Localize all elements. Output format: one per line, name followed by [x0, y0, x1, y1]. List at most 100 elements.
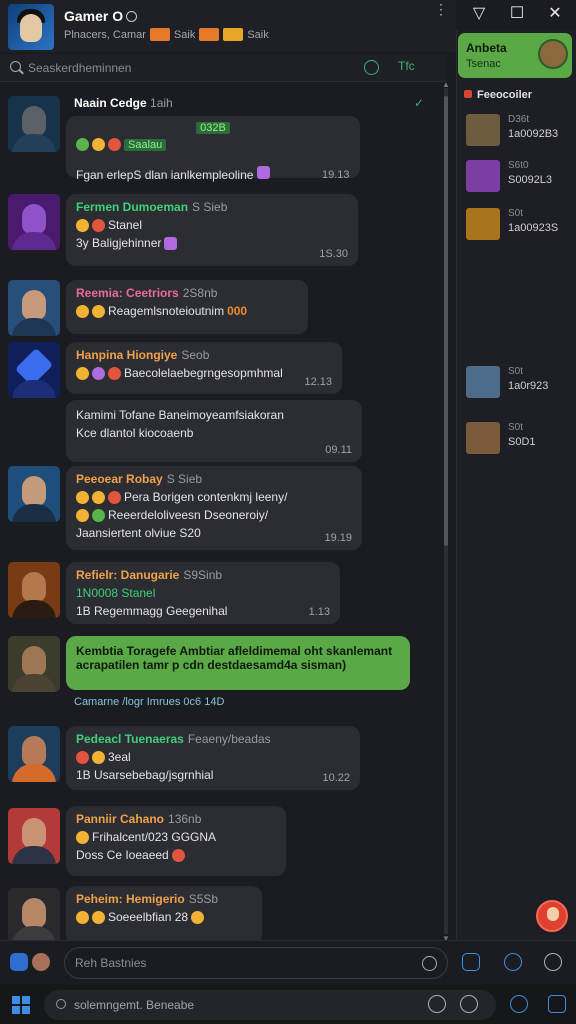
- add-icon[interactable]: [544, 953, 562, 971]
- message-bubble: Hanpina Hiongiye Seob Baecolelaebegrngeso…: [66, 342, 342, 394]
- list-item: Fermen Dumoeman S Sieb Stanel 3y Baligjeh…: [0, 192, 446, 268]
- emoji-icon: [76, 138, 89, 151]
- avatar[interactable]: [8, 280, 60, 336]
- chevron-down-icon[interactable]: ✓: [414, 96, 424, 110]
- avatar[interactable]: [32, 953, 50, 971]
- scroll-up-icon[interactable]: ▲: [442, 80, 450, 89]
- check-icon[interactable]: [510, 995, 528, 1013]
- search-icon: [56, 999, 66, 1009]
- panel-item[interactable]: D36t 1a0092B3: [466, 114, 570, 148]
- close-button[interactable]: ✕: [536, 0, 574, 28]
- message-bubble: Pedeacl Tuenaeras Feaeny/beadas 3eal 1B U…: [66, 726, 360, 790]
- orange-badge-icon: [199, 28, 220, 41]
- list-item: Peeoear Robay S Sieb Pera Borigen contenk…: [0, 466, 446, 550]
- list-item: Peheim: Hemigerio S5Sb Soeeelbfian 28: [0, 886, 446, 940]
- group-avatar[interactable]: [8, 4, 54, 50]
- minimize-button[interactable]: ▽: [460, 0, 498, 28]
- message-input[interactable]: Reh Bastnies: [64, 947, 448, 979]
- emoji-icon: [92, 218, 105, 232]
- refresh-icon[interactable]: [364, 60, 379, 75]
- chat-scrollbar[interactable]: ▲ ▼: [442, 80, 450, 943]
- list-item: Naain Cedge 1aih ✓ 032B Saalau Fgan erle…: [0, 94, 446, 182]
- emoji-icon: [92, 304, 105, 318]
- chat-icon[interactable]: [548, 995, 566, 1013]
- chat-title: Gamer O: [64, 8, 138, 24]
- avatar[interactable]: [8, 194, 60, 250]
- list-item: Refielr: Danugarie S9Sinb 1N0008 Stanel 1…: [0, 560, 446, 628]
- avatar[interactable]: [8, 342, 60, 398]
- scrollbar-thumb[interactable]: [444, 96, 448, 546]
- emoji-icon: [76, 218, 89, 232]
- outgoing-message-bubble: Kembtia Toragefe Ambtiar afleldimemal oh…: [66, 636, 410, 690]
- sender-name: Refielr: Danugarie S9Sinb: [76, 568, 223, 582]
- panel-item[interactable]: S0t 1a0r923: [466, 366, 570, 400]
- search-icon: [10, 61, 21, 72]
- emoji-icon: [92, 366, 105, 380]
- sender-name: Fermen Dumoeman S Sieb: [76, 200, 228, 214]
- emoji-icon: [92, 490, 105, 504]
- emoji-icon: [108, 138, 121, 151]
- message-text: Fgan erlepS dlan ianlkempleoline: [66, 166, 360, 182]
- badge-icon: [164, 236, 178, 250]
- message-bubble: Peeoear Robay S Sieb Pera Borigen contenk…: [66, 466, 362, 550]
- message-bubble: Kamimi Tofane Baneimoyeamfsiakoran Kce d…: [66, 400, 362, 462]
- chat-search-bar[interactable]: Seaskerdheminnen Tfc: [0, 54, 446, 82]
- badge-icon: [256, 166, 270, 179]
- clock-icon[interactable]: [428, 995, 446, 1013]
- sender-name: Reemia: Ceetriors 2S8nb: [76, 286, 218, 300]
- avatar[interactable]: [8, 562, 60, 618]
- alert-icon: [464, 90, 472, 98]
- emoji-icon: [108, 366, 121, 380]
- message-time: 12.13: [304, 376, 332, 388]
- message-time: 1S.30: [319, 248, 348, 260]
- message-list[interactable]: Naain Cedge 1aih ✓ 032B Saalau Fgan erle…: [0, 84, 446, 940]
- more-options-icon[interactable]: ⋮: [434, 2, 448, 16]
- message-caption: Camarne /logr Imrues 0c6 14D: [74, 696, 225, 708]
- active-user-card[interactable]: Anbeta Tsenac: [458, 33, 572, 78]
- settings-icon[interactable]: [126, 11, 138, 22]
- emoji-icon: [76, 366, 89, 380]
- message-bubble: Fermen Dumoeman S Sieb Stanel 3y Baligjeh…: [66, 194, 358, 266]
- maximize-button[interactable]: ☐: [498, 0, 536, 28]
- search-input[interactable]: Seaskerdheminnen: [28, 61, 131, 75]
- image-icon[interactable]: [462, 953, 480, 971]
- attach-icon[interactable]: [10, 953, 28, 971]
- taskbar: solemngemt. Beneabe: [0, 984, 576, 1024]
- panel-item[interactable]: S0t 1a00923S: [466, 208, 570, 242]
- message-time: 10.22: [322, 772, 350, 784]
- sender-name: Hanpina Hiongiye Seob: [76, 348, 210, 362]
- message-time: 1.13: [308, 606, 330, 618]
- link-icon[interactable]: [504, 953, 522, 971]
- avatar[interactable]: [8, 726, 60, 782]
- emoji-icon: [76, 508, 89, 522]
- arrow-icon[interactable]: [460, 995, 478, 1013]
- list-item: Kamimi Tofane Baneimoyeamfsiakoran Kce d…: [0, 400, 446, 462]
- emoji-icon[interactable]: [422, 956, 437, 971]
- emoji-icon: [92, 750, 105, 764]
- panel-item[interactable]: S6t0 S0092L3: [466, 160, 570, 194]
- avatar[interactable]: [8, 466, 60, 522]
- section-title: Feeocoiler: [464, 89, 532, 101]
- chat-subtitle: Plnacers, Camar Saik Saik: [64, 28, 269, 41]
- thumbnail: [466, 208, 500, 240]
- thumbnail: [466, 422, 500, 454]
- message-bubble: Panniir Cahano 136nb Frihalcent/023 GGGNA…: [66, 806, 286, 876]
- panel-item[interactable]: S0t S0D1: [466, 422, 570, 456]
- message-bubble: Refielr: Danugarie S9Sinb 1N0008 Stanel 1…: [66, 562, 340, 624]
- message-time: 19.13: [322, 169, 350, 181]
- thumbnail: [466, 366, 500, 398]
- emoji-icon: [76, 910, 89, 924]
- avatar[interactable]: [8, 808, 60, 864]
- start-icon[interactable]: [12, 996, 30, 1014]
- message-bubble: Reemia: Ceetriors 2S8nb Reagemlsnoteioutn…: [66, 280, 308, 334]
- thumbnail: [466, 114, 500, 146]
- avatar[interactable]: [8, 96, 60, 152]
- emoji-icon: [108, 490, 121, 504]
- avatar[interactable]: [8, 636, 60, 692]
- avatar[interactable]: [8, 888, 60, 940]
- message-bubble: Peheim: Hemigerio S5Sb Soeeelbfian 28: [66, 886, 262, 940]
- profile-fab[interactable]: [536, 900, 568, 932]
- emoji-icon: [92, 910, 105, 924]
- emoji-icon: [171, 848, 185, 862]
- filter-tag[interactable]: Tfc: [398, 59, 415, 73]
